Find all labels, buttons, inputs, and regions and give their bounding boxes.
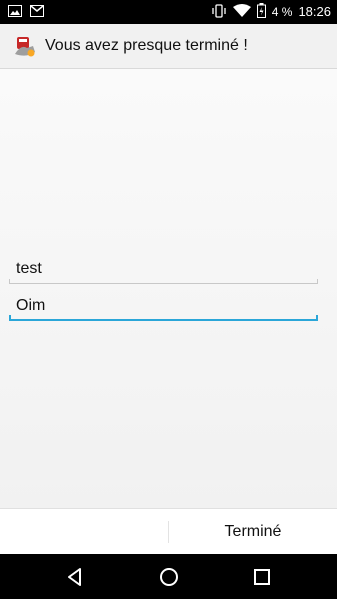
action-bar: Vous avez presque terminé ! [0, 24, 337, 69]
image-icon [8, 4, 22, 22]
wifi-icon [232, 4, 251, 20]
clock: 18:26 [298, 4, 331, 19]
field-tick [316, 315, 318, 321]
vibrate-icon [211, 3, 227, 21]
field-tick [9, 315, 11, 321]
home-icon[interactable] [156, 564, 182, 590]
left-button[interactable] [0, 509, 168, 555]
app-logo-icon [13, 34, 37, 58]
navigation-bar [0, 554, 337, 599]
field-tick [9, 279, 10, 284]
battery-icon [256, 3, 266, 21]
battery-percent: 4 % [271, 5, 293, 19]
recents-icon[interactable] [249, 564, 275, 590]
field-underline [9, 283, 318, 284]
status-bar: 4 % 18:26 [0, 0, 337, 24]
done-button-label: Terminé [224, 523, 282, 540]
done-button[interactable]: Terminé [169, 509, 337, 555]
text-field-2[interactable] [9, 293, 318, 321]
back-icon[interactable] [62, 564, 88, 590]
gmail-icon [30, 4, 44, 22]
form-content [0, 69, 337, 508]
text-input-2[interactable] [9, 293, 318, 319]
field-tick [317, 279, 318, 284]
text-input-1[interactable] [9, 256, 318, 282]
field-underline-focused [9, 319, 318, 321]
text-field-1[interactable] [9, 256, 318, 284]
button-bar: Terminé [0, 508, 337, 555]
page-title: Vous avez presque terminé ! [45, 37, 248, 54]
